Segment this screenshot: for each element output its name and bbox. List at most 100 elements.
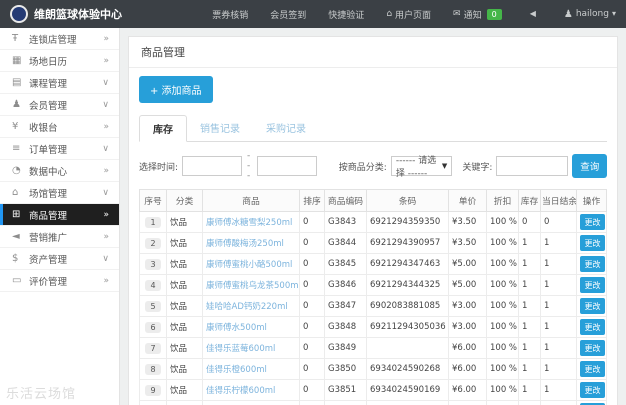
edit-button[interactable]: 更改 bbox=[580, 214, 605, 230]
product-code-cell: G3847 bbox=[325, 296, 367, 317]
balance-cell: 1 bbox=[541, 275, 577, 296]
balance-cell: 1 bbox=[541, 401, 577, 405]
sidebar-item[interactable]: $资产管理∨ bbox=[0, 248, 119, 270]
edit-button[interactable]: 更改 bbox=[580, 277, 605, 293]
table-row: 1饮品康师傅冰糖雪梨250ml0G38436921294359350¥3.501… bbox=[140, 212, 607, 233]
balance-cell: 1 bbox=[541, 338, 577, 359]
discount-cell: 100 % bbox=[487, 338, 519, 359]
product-code-cell: G3852 bbox=[325, 401, 367, 405]
sidebar-item-label: 营销推广 bbox=[29, 230, 67, 244]
time-filter-label: 选择时间: bbox=[139, 160, 178, 173]
sidebar-item[interactable]: ◄营销推广» bbox=[0, 226, 119, 248]
product-link[interactable]: 康师傅酸梅汤250ml bbox=[206, 239, 284, 249]
discount-cell: 100 % bbox=[487, 233, 519, 254]
edit-button[interactable]: 更改 bbox=[580, 340, 605, 356]
tab-purchase-records[interactable]: 采购记录 bbox=[253, 115, 319, 142]
product-link[interactable]: 佳得乐柠檬600ml bbox=[206, 386, 275, 396]
sidebar-item-label: 连锁店管理 bbox=[29, 32, 77, 46]
edit-button[interactable]: 更改 bbox=[580, 319, 605, 335]
chevron-icon: ∨ bbox=[102, 254, 109, 264]
date-separator: --- bbox=[247, 151, 252, 181]
row-number-cell: 2 bbox=[140, 233, 167, 254]
chevron-icon: » bbox=[103, 276, 109, 286]
edit-button[interactable]: 更改 bbox=[580, 298, 605, 314]
speaker-icon[interactable] bbox=[530, 9, 536, 19]
category-select[interactable]: ------ 请选择 ------ ▼ bbox=[391, 156, 452, 176]
product-link[interactable]: 康师傅蜜桃乌龙茶500ml bbox=[206, 281, 300, 291]
sidebar-item-label: 课程管理 bbox=[29, 76, 67, 90]
sidebar-item-label: 场地日历 bbox=[29, 54, 67, 68]
price-cell: ¥6.00 bbox=[449, 338, 487, 359]
product-code-cell: G3851 bbox=[325, 380, 367, 401]
notification-badge: 0 bbox=[487, 9, 502, 20]
sidebar-item[interactable]: ⌂场馆管理∨ bbox=[0, 182, 119, 204]
sidebar-item[interactable]: ▦场地日历» bbox=[0, 50, 119, 72]
chevron-icon: ∨ bbox=[102, 100, 109, 110]
price-cell: ¥3.00 bbox=[449, 296, 487, 317]
nav-item[interactable]: 会员签到 bbox=[270, 8, 306, 21]
edit-button[interactable]: 更改 bbox=[580, 382, 605, 398]
tab-inventory[interactable]: 库存 bbox=[139, 115, 187, 142]
user-menu[interactable]: hailong bbox=[564, 9, 616, 20]
product-link[interactable]: 康师傅水500ml bbox=[206, 323, 267, 333]
app-logo-icon bbox=[10, 5, 28, 23]
sidebar-item-label: 场馆管理 bbox=[29, 186, 67, 200]
price-cell: ¥5.00 bbox=[449, 254, 487, 275]
tab-sales-records[interactable]: 销售记录 bbox=[187, 115, 253, 142]
stock-in-button[interactable]: 入库 bbox=[606, 382, 607, 398]
product-link[interactable]: 佳得乐橙600ml bbox=[206, 365, 267, 375]
search-button[interactable]: 查询 bbox=[572, 154, 607, 178]
nav-item[interactable]: ⌂用户页面 bbox=[386, 8, 431, 21]
sidebar-item[interactable]: ▤课程管理∨ bbox=[0, 72, 119, 94]
product-code-cell: G3844 bbox=[325, 233, 367, 254]
product-link[interactable]: 佳得乐蓝莓600ml bbox=[206, 344, 275, 354]
edit-button[interactable]: 更改 bbox=[580, 361, 605, 377]
nav-item[interactable]: 快捷验证 bbox=[328, 8, 364, 21]
stock-in-button[interactable]: 入库 bbox=[606, 256, 607, 272]
user-icon bbox=[564, 9, 573, 20]
sidebar-item[interactable]: ♟会员管理∨ bbox=[0, 94, 119, 116]
chevron-icon: ∨ bbox=[102, 144, 109, 154]
nav-item[interactable]: 票券核销 bbox=[212, 8, 248, 21]
keyword-input[interactable] bbox=[496, 156, 568, 176]
table-row: 10饮品佳得乐西柚600ml0G38526934024590466¥6.0010… bbox=[140, 401, 607, 405]
date-end-input[interactable] bbox=[257, 156, 317, 176]
row-number-badge: 9 bbox=[145, 385, 160, 396]
sidebar-item[interactable]: ≡订单管理∨ bbox=[0, 138, 119, 160]
category-select-value: ------ 请选择 ------ bbox=[396, 153, 442, 179]
date-start-input[interactable] bbox=[182, 156, 242, 176]
actions-cell: 更改入库下架 bbox=[577, 359, 607, 380]
product-cell: 佳得乐西柚600ml bbox=[203, 401, 300, 405]
stock-in-button[interactable]: 入库 bbox=[606, 298, 607, 314]
product-link[interactable]: 娃哈哈AD钙奶220ml bbox=[206, 302, 288, 312]
sidebar-item[interactable]: ⊞商品管理» bbox=[0, 204, 119, 226]
sidebar-item[interactable]: ◔数据中心» bbox=[0, 160, 119, 182]
actions-cell: 更改入库下架 bbox=[577, 338, 607, 359]
stock-in-button[interactable]: 入库 bbox=[606, 340, 607, 356]
barcode-cell: 6934024590268 bbox=[367, 359, 449, 380]
stock-in-button[interactable]: 入库 bbox=[606, 235, 607, 251]
balance-cell: 1 bbox=[541, 296, 577, 317]
orders-icon: ≡ bbox=[12, 143, 29, 154]
product-link[interactable]: 康师傅蜜桃小酪500ml bbox=[206, 260, 292, 270]
actions-cell: 更改入库下架 bbox=[577, 317, 607, 338]
stock-in-button[interactable]: 入库 bbox=[606, 214, 607, 230]
stock-in-button[interactable]: 入库 bbox=[606, 361, 607, 377]
sidebar-item[interactable]: ▭评价管理» bbox=[0, 270, 119, 292]
edit-button[interactable]: 更改 bbox=[580, 256, 605, 272]
product-link[interactable]: 康师傅冰糖雪梨250ml bbox=[206, 218, 292, 228]
table-row: 3饮品康师傅蜜桃小酪500ml0G38456921294347463¥5.001… bbox=[140, 254, 607, 275]
sidebar-item[interactable]: Ŧ连锁店管理» bbox=[0, 28, 119, 50]
add-product-button[interactable]: + 添加商品 bbox=[139, 76, 213, 103]
stock-in-button[interactable]: 入库 bbox=[606, 319, 607, 335]
edit-button[interactable]: 更改 bbox=[580, 235, 605, 251]
stock-cell: 0 bbox=[519, 212, 541, 233]
stock-cell: 1 bbox=[519, 275, 541, 296]
table-row: 2饮品康师傅酸梅汤250ml0G38446921294390957¥3.5010… bbox=[140, 233, 607, 254]
actions-cell: 更改入库下架 bbox=[577, 254, 607, 275]
nav-item[interactable]: ✉通知0 bbox=[453, 8, 502, 21]
product-cell: 康师傅酸梅汤250ml bbox=[203, 233, 300, 254]
row-number-cell: 7 bbox=[140, 338, 167, 359]
sidebar-item[interactable]: ¥收银台» bbox=[0, 116, 119, 138]
stock-in-button[interactable]: 入库 bbox=[606, 277, 607, 293]
